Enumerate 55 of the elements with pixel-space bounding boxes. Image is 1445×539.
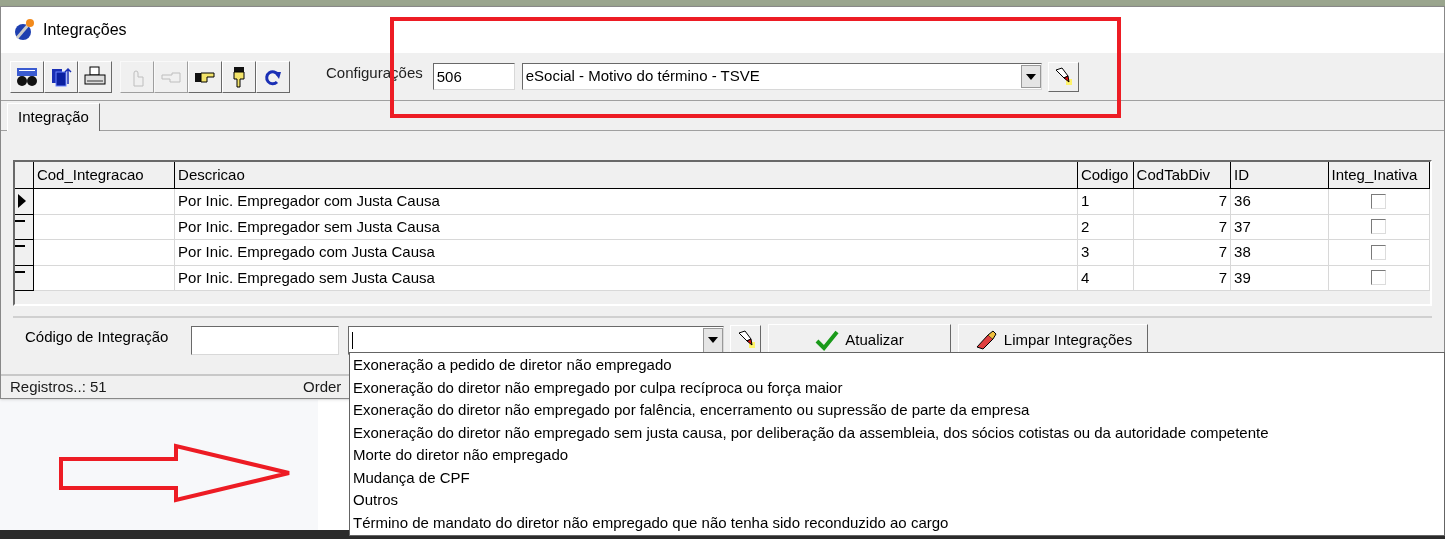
column-header[interactable]: Codigo [1077,162,1134,189]
eraser-icon [973,329,998,351]
table-cell: Por Inic. Empregado com Justa Causa [175,240,1078,266]
row-indicator[interactable] [15,189,34,215]
table-cell: 7 [1133,214,1232,240]
window-title: Integrações [43,20,127,40]
row-indicator[interactable] [15,214,34,240]
dropdown-option[interactable]: Exoneração do diretor não empregado sem justa causa, por deliberação da assembleia, dos sócios cotistas ou da autoridade competente [350,421,1444,444]
table-cell: 7 [1133,240,1232,266]
dropdown-option[interactable]: Morte do diretor não empregado [350,444,1444,467]
toolbar-button[interactable] [10,60,44,93]
flashlight-icon [1053,66,1074,87]
table-cell: 7 [1133,265,1232,291]
checkmark-icon [815,329,840,351]
table-cell: 3 [1077,240,1134,266]
table-cell: 38 [1231,240,1329,266]
flashlight-button[interactable] [1047,61,1079,92]
records-count: Registros..: 51 [9,376,108,397]
printer-icon [84,65,106,88]
column-header[interactable]: CodTabDiv [1133,162,1232,189]
text-cursor [352,331,353,349]
table-cell: Por Inic. Empregador com Justa Causa [175,189,1078,215]
order-label: Order [303,376,342,397]
table-cell: 37 [1231,214,1329,240]
toolbar-button[interactable] [188,60,222,93]
table-cell: 1 [1077,189,1134,215]
dropdown-option[interactable]: Exoneração do diretor não empregado por culpa recíproca ou força maior [350,376,1444,399]
row-indicator[interactable] [15,240,34,266]
dropdown-option[interactable]: Mudança de CPF [350,466,1444,489]
integration-code-field[interactable] [191,325,339,355]
dropdown-option[interactable]: Término de mandato do diretor não empregado que não tenha sido reconduzido ao cargo [350,511,1444,534]
config-combo[interactable]: eSocial - Motivo do término - TSVE [521,63,1042,90]
column-header[interactable]: Cod_Integracao [33,162,176,189]
table-cell: 7 [1133,189,1232,215]
toolbar-button[interactable] [222,60,256,93]
dropdown-option[interactable]: Outros [350,489,1444,512]
toolbar-button[interactable] [44,60,78,93]
dropdown-option[interactable]: Exoneração a pedido de diretor não empregado [350,354,1444,377]
table-cell: 39 [1231,265,1329,291]
column-header[interactable]: Integ_Inativa [1328,162,1430,189]
documents-arrow-icon [50,65,72,88]
config-code-field[interactable]: 506 [432,63,515,90]
tab[interactable]: Integração [7,103,100,131]
table-cell: 36 [1231,189,1329,215]
app-icon [13,18,37,42]
row-indicator[interactable] [15,265,34,291]
binoculars-icon [16,65,38,88]
column-header[interactable]: Descricao [175,162,1078,189]
column-header[interactable]: ID [1231,162,1329,189]
dropdown-option[interactable]: Exoneração do diretor não empregado por falência, encerramento ou supressão de parte da empresa [350,399,1444,422]
table-cell: Por Inic. Empregador sem Justa Causa [175,214,1078,240]
integration-code-label: Código de Integração [25,326,170,347]
table-cell: Por Inic. Empregado sem Justa Causa [175,265,1078,291]
integration-combo[interactable] [348,325,724,355]
toolbar-button[interactable] [256,60,290,93]
